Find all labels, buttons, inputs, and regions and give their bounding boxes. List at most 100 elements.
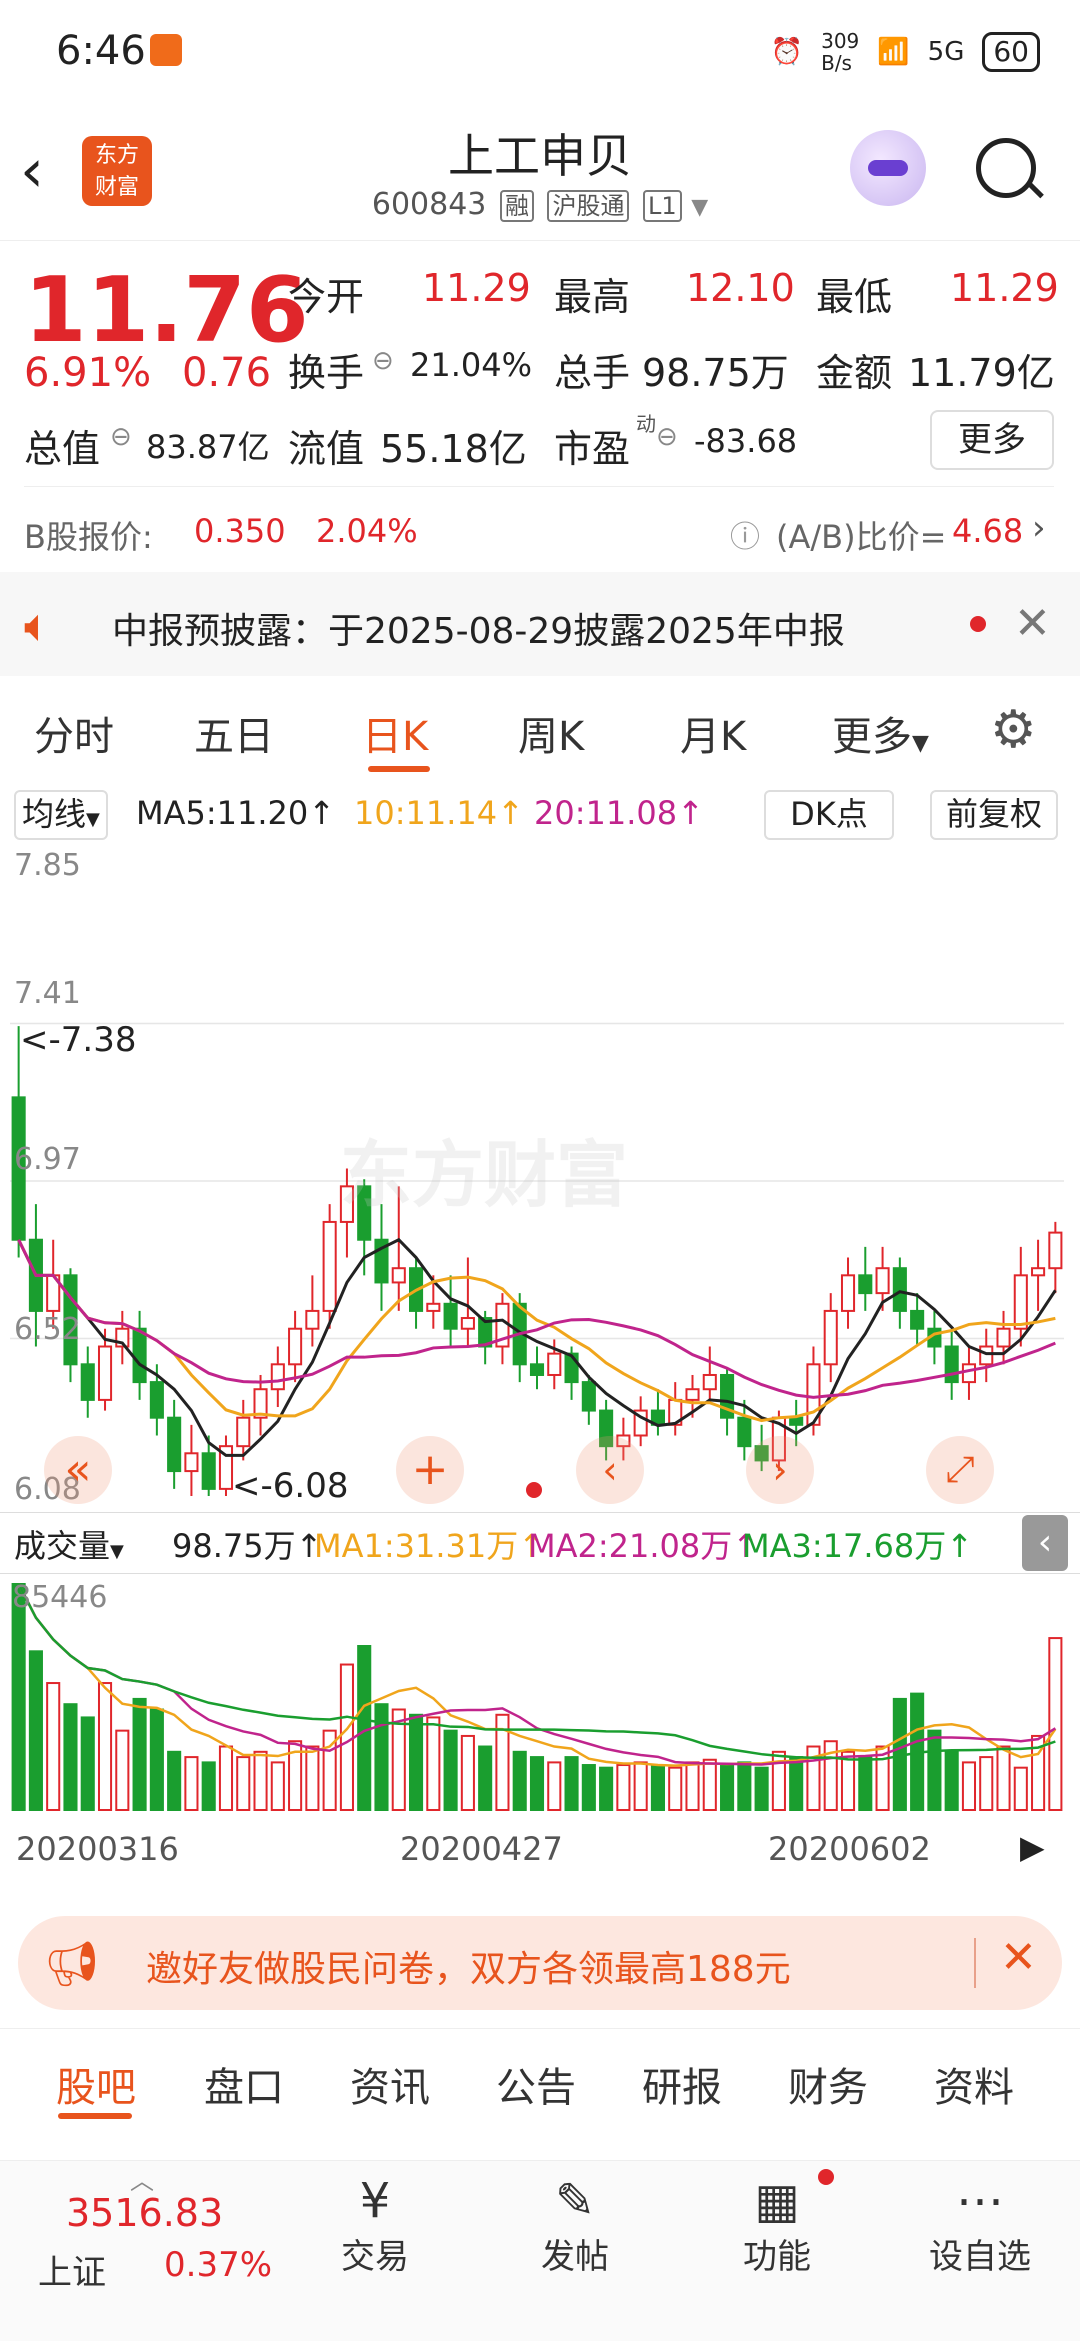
tab-timeshare[interactable]: 分时 [34,704,114,762]
volume-bar [650,1764,665,1812]
candle-body [840,1274,856,1312]
promo-banner[interactable]: 📢︎ 邀好友做股民问卷，双方各领最高188元 ✕ [18,1916,1062,2010]
stock-header: ‹ 东方 财富 上工申贝 600843 融 沪股通 L1 ▼ [0,110,1080,241]
kline-chart[interactable]: 东方财富 7.85 7.41 6.97 6.52 6.08 <-7.38 <-6… [10,846,1064,1510]
pe-superscript: 动 [636,412,656,436]
index-name: 上证 [38,2253,106,2293]
ab-value: 4.68 [952,512,1024,550]
tab-orderbook[interactable]: 盘口 [204,2055,284,2113]
volume-bar [63,1703,78,1811]
tab-finance[interactable]: 财务 [788,2055,868,2113]
info-icon[interactable]: ⊖ [372,346,394,376]
close-icon[interactable]: ✕ [1014,598,1051,649]
volume-chart[interactable]: 85446 [10,1574,1064,1814]
candle-body [789,1416,804,1426]
volume-ma2: MA2:21.08万↑ [528,1527,760,1565]
search-icon[interactable] [976,138,1044,199]
scroll-left-icon[interactable]: « [44,1436,112,1504]
candle-body [996,1327,1011,1348]
content-tabs: 股吧 盘口 资讯 公告 研报 财务 资料 [0,2028,1080,2125]
candle-body [1048,1231,1063,1270]
volume-bar [132,1697,147,1811]
adjust-button[interactable]: 前复权 [930,790,1058,840]
nav-trade[interactable]: ¥ 交易 [320,2173,430,2278]
index-value[interactable]: 3516.83 [66,2191,223,2235]
volume-bar [789,1756,804,1811]
candle-body [547,1352,562,1376]
volume-select[interactable]: 成交量▼ [14,1521,124,1567]
tab-profile[interactable]: 资料 [934,2055,1014,2113]
turnover-value: 21.04% [410,346,533,384]
tab-weekly-k[interactable]: 周K [518,704,584,762]
collapse-icon[interactable]: ‹ [1022,1515,1068,1571]
nav-functions[interactable]: ▦ 功能 [722,2173,832,2278]
bshare-pct: 2.04% [316,512,418,550]
move-right-icon[interactable]: › [746,1436,814,1504]
candle-body [167,1416,182,1473]
candle-body [201,1452,216,1490]
candle-body [443,1302,458,1330]
active-tab-indicator [58,2113,132,2119]
more-button[interactable]: 更多 [930,410,1054,470]
status-icons: ⏰ 309 B/s 📶 5G 60 [771,30,1040,74]
volume-bar [236,1756,251,1811]
tab-forum[interactable]: 股吧 [56,2055,136,2113]
tab-research[interactable]: 研报 [642,2055,722,2113]
signal-label: 5G [927,37,965,67]
tab-announcements[interactable]: 公告 [496,2055,576,2113]
badge-dot [818,2169,834,2185]
zoom-in-icon[interactable]: + [396,1436,464,1504]
dropdown-icon[interactable]: ▼ [691,195,708,220]
candle-body [685,1388,700,1401]
volume-header: 成交量▼ 98.75万↑ MA1:31.31万↑ MA2:21.08万↑ MA3… [0,1512,1080,1574]
divider [24,486,1054,487]
dk-button[interactable]: DK点 [764,790,894,840]
candle-body [149,1381,164,1419]
volume-bar [616,1764,631,1812]
tab-more[interactable]: 更多▼ [832,704,929,762]
mcap-value: 83.87亿 [146,428,270,466]
robot-assistant-icon[interactable] [850,130,926,206]
yuan-icon: ¥ [359,2173,391,2229]
nav-add-watchlist[interactable]: ⋯ 设自选 [920,2173,1040,2278]
max-marker: <-7.38 [20,1020,137,1060]
ma-select[interactable]: 均线▼ [14,790,108,840]
bottom-nav: ︿ 3516.83 上证 0.37% ¥ 交易 ✎ 发帖 ▦ 功能 ⋯ 设自选 [0,2160,1080,2341]
tab-five-day[interactable]: 五日 [194,704,274,762]
volume-bar [97,1682,113,1811]
ma5-value: MA5:11.20↑ [136,794,336,832]
volume-bar [478,1745,493,1812]
volume-bar [443,1729,458,1811]
notice-bar[interactable]: 🔈︎ 中报预披露：于2025-08-29披露2025年中报 ✕ [0,572,1080,676]
bshare-label: B股报价: [24,518,153,556]
volume-bar [115,1729,130,1811]
volume-svg[interactable] [10,1574,1064,1814]
fullscreen-icon[interactable]: ⤢ [926,1436,994,1504]
watermark: 东方财富 [340,1133,629,1217]
candle-body [944,1345,959,1384]
close-icon[interactable]: ✕ [1000,1932,1037,1983]
candle-body [97,1345,113,1401]
ma20-value: 20:11.08↑ [534,794,704,832]
info-icon[interactable]: ⊖ [110,422,132,452]
move-left-icon[interactable]: ‹ [576,1436,644,1504]
tab-news[interactable]: 资讯 [350,2055,430,2113]
candle-body [288,1327,303,1366]
current-price: 11.76 [24,258,309,363]
tab-daily-k[interactable]: 日K [362,704,428,762]
help-icon[interactable]: ⓘ [730,512,760,556]
volume-bar [80,1716,95,1811]
tab-monthly-k[interactable]: 月K [680,704,746,762]
gear-icon[interactable]: ⚙ [990,700,1037,760]
volume-bar [529,1756,545,1811]
volume-bar [996,1745,1011,1812]
nav-post[interactable]: ✎ 发帖 [520,2173,630,2278]
status-bar: 6:46 ⏰ 309 B/s 📶 5G 60 [0,0,1080,110]
play-icon[interactable]: ▶ [1020,1828,1045,1866]
notice-text: 中报预披露：于2025-08-29披露2025年中报 [112,611,845,652]
period-tabs: 分时 五日 日K 周K 月K 更多▼ ⚙ [0,700,1080,780]
candle-body [1031,1267,1046,1277]
chevron-right-icon[interactable]: › [1032,508,1046,548]
volume-bar [201,1761,216,1812]
info-icon[interactable]: ⊖ [656,422,678,452]
